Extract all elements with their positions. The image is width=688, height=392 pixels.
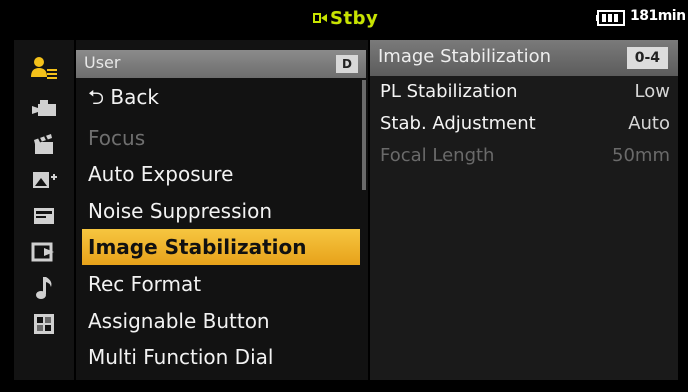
menu-item-noise-suppression[interactable]: Noise Suppression bbox=[82, 193, 360, 229]
detail-row-value: Auto bbox=[628, 113, 670, 134]
detail-row-focal-length: Focal Length 50mm bbox=[370, 142, 678, 172]
camera-icon[interactable] bbox=[14, 90, 74, 126]
detail-row-label: PL Stabilization bbox=[380, 81, 518, 102]
menu-header-label: User bbox=[84, 53, 121, 72]
menu-item-back[interactable]: ⮌ Back bbox=[82, 82, 360, 118]
output-icon[interactable] bbox=[14, 234, 74, 270]
user-menu-icon[interactable] bbox=[14, 50, 74, 86]
menu-item-label: Noise Suppression bbox=[88, 199, 272, 223]
menu-item-label: Focus bbox=[88, 126, 146, 150]
setup-grid-icon[interactable] bbox=[14, 306, 74, 342]
battery-icon bbox=[596, 10, 626, 26]
status-bar: Stby 181min bbox=[0, 0, 688, 32]
menu-item-multi-function-dial[interactable]: Multi Function Dial bbox=[82, 339, 360, 375]
detail-row-pl-stabilization[interactable]: PL Stabilization Low bbox=[370, 78, 678, 108]
menu-item-auto-exposure[interactable]: Auto Exposure bbox=[82, 156, 360, 192]
detail-row-label: Stab. Adjustment bbox=[380, 113, 536, 134]
detail-panel: Image Stabilization 0-4 PL Stabilization… bbox=[370, 40, 678, 380]
detail-badge: 0-4 bbox=[626, 47, 668, 69]
detail-row-stab-adjustment[interactable]: Stab. Adjustment Auto bbox=[370, 110, 678, 140]
menu-scrollbar[interactable] bbox=[362, 80, 366, 190]
menu-item-rec-format[interactable]: Rec Format bbox=[82, 266, 360, 302]
standby-indicator: Stby bbox=[312, 6, 378, 30]
menu-item-label: Multi Function Dial bbox=[88, 345, 274, 369]
menu-header: User D bbox=[76, 50, 366, 78]
image-edit-icon[interactable] bbox=[14, 162, 74, 198]
menu-list-panel: User D ⮌ Back Focus Auto Exposure Noise … bbox=[76, 40, 368, 380]
detail-title: Image Stabilization bbox=[378, 46, 551, 67]
category-icon-column bbox=[14, 40, 74, 380]
battery-remaining: 181min bbox=[630, 8, 686, 24]
detail-header: Image Stabilization 0-4 bbox=[370, 40, 678, 76]
standby-text: Stby bbox=[330, 7, 379, 29]
menu-item-image-stabilization[interactable]: Image Stabilization bbox=[82, 229, 360, 265]
camera-menu-screen: Stby 181min User D ⮌ Back Focus Auto Exp… bbox=[0, 0, 688, 392]
detail-row-value: Low bbox=[634, 81, 670, 102]
media-card-icon[interactable] bbox=[14, 198, 74, 234]
menu-header-badge: D bbox=[336, 55, 358, 73]
menu-item-focus: Focus bbox=[82, 120, 360, 156]
detail-row-label: Focal Length bbox=[380, 145, 495, 166]
clapperboard-icon[interactable] bbox=[14, 126, 74, 162]
menu-item-label: ⮌ Back bbox=[88, 85, 159, 109]
menu-item-assignable-button[interactable]: Assignable Button bbox=[82, 303, 360, 339]
menu-item-label: Auto Exposure bbox=[88, 162, 234, 186]
audio-note-icon[interactable] bbox=[14, 270, 74, 306]
menu-item-label: Image Stabilization bbox=[88, 235, 307, 259]
menu-item-label: Rec Format bbox=[88, 272, 202, 296]
record-standby-icon bbox=[312, 10, 328, 26]
detail-row-value: 50mm bbox=[612, 145, 670, 166]
menu-item-label: Assignable Button bbox=[88, 309, 270, 333]
